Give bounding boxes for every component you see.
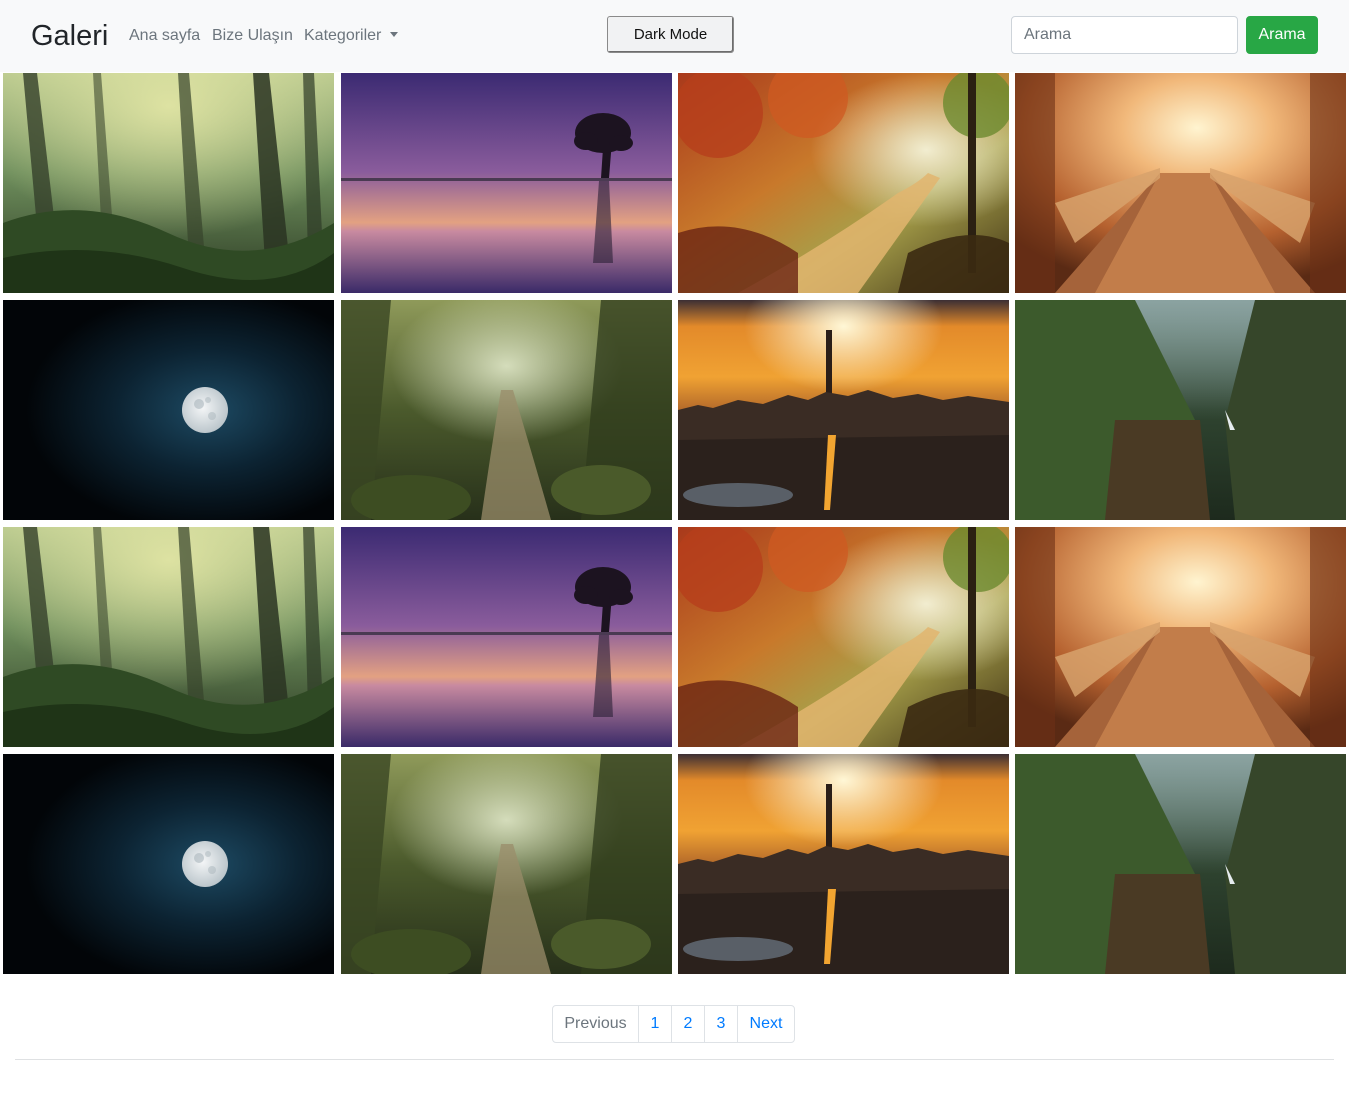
pagination-previous[interactable]: Previous <box>553 1006 638 1042</box>
search-input[interactable] <box>1011 16 1238 54</box>
dark-mode-button[interactable]: Dark Mode <box>607 16 734 53</box>
gallery-image-green-canyon[interactable] <box>1015 754 1346 974</box>
pagination-page-3[interactable]: 3 <box>704 1006 737 1042</box>
gallery-image-purple-lake-tree[interactable] <box>341 73 672 293</box>
pagination-page-1[interactable]: 1 <box>638 1006 671 1042</box>
gallery-image-misty-forest[interactable] <box>3 527 334 747</box>
navbar: Galeri Ana sayfa Bize Ulaşın Kategoriler… <box>0 0 1349 72</box>
gallery-image-forest-trail[interactable] <box>341 300 672 520</box>
gallery-image-autumn-path[interactable] <box>678 73 1009 293</box>
gallery-image-light-bridge[interactable] <box>1015 73 1346 293</box>
categories-dropdown-label: Kategoriler <box>304 27 382 44</box>
gallery-image-misty-forest[interactable] <box>3 73 334 293</box>
brand-logo[interactable]: Galeri <box>31 16 108 56</box>
pagination-next[interactable]: Next <box>737 1006 794 1042</box>
pagination-page-2[interactable]: 2 <box>671 1006 704 1042</box>
gallery-image-city-sunset[interactable] <box>678 300 1009 520</box>
pagination: Previous 1 2 3 Next <box>552 1005 795 1043</box>
gallery-image-light-bridge[interactable] <box>1015 527 1346 747</box>
nav-link-home[interactable]: Ana sayfa <box>129 25 200 47</box>
caret-down-icon <box>390 32 399 37</box>
nav-link-contact[interactable]: Bize Ulaşın <box>212 25 293 47</box>
gallery-image-forest-trail[interactable] <box>341 754 672 974</box>
gallery-image-full-moon[interactable] <box>3 754 334 974</box>
gallery-image-purple-lake-tree[interactable] <box>341 527 672 747</box>
gallery-image-autumn-path[interactable] <box>678 527 1009 747</box>
search-button[interactable]: Arama <box>1246 16 1318 54</box>
gallery-image-city-sunset[interactable] <box>678 754 1009 974</box>
footer-divider <box>15 1059 1334 1060</box>
gallery-image-green-canyon[interactable] <box>1015 300 1346 520</box>
gallery-image-full-moon[interactable] <box>3 300 334 520</box>
categories-dropdown[interactable]: Kategoriler <box>304 25 399 47</box>
